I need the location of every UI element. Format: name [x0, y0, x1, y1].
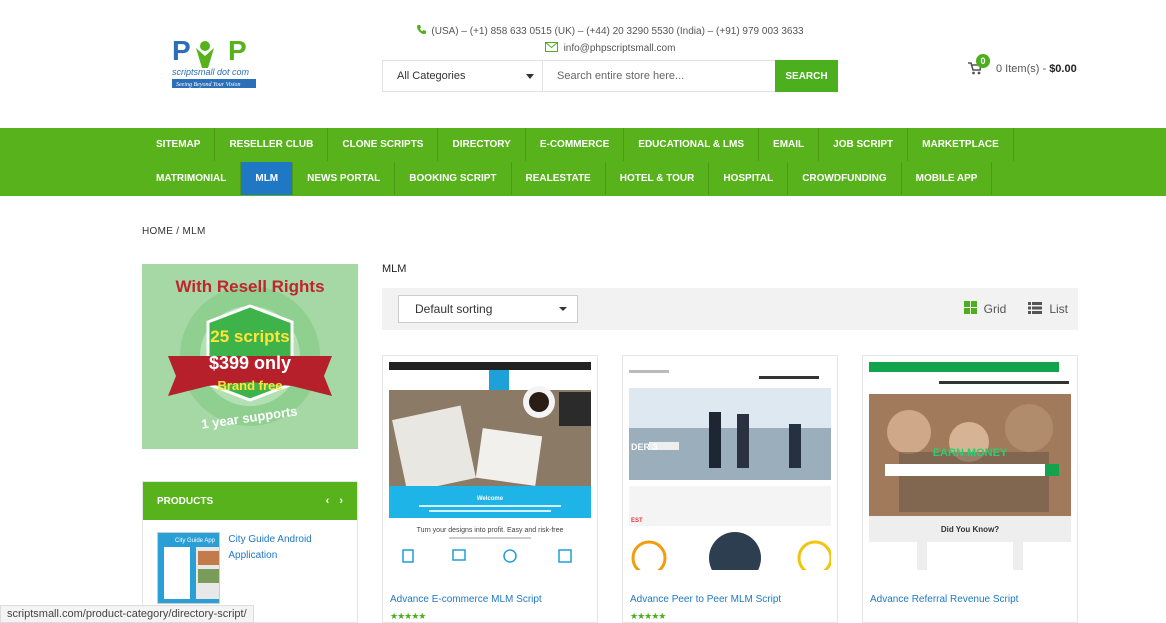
product-card[interactable]: Welcome Turn your designs into profit. E… [382, 355, 598, 623]
svg-text:Seeing Beyond Your Vision: Seeing Beyond Your Vision [176, 82, 241, 88]
nav-item-mobile-app[interactable]: MOBILE APP [902, 162, 993, 195]
star-rating: ★★★★★ [630, 611, 666, 621]
breadcrumb-current: MLM [182, 226, 206, 237]
search-button[interactable]: SEARCH [775, 60, 838, 92]
chevron-down-icon [559, 307, 567, 311]
phone-numbers: (USA) – (+1) 858 633 0515 (UK) – (+44) 2… [431, 25, 804, 37]
star-rating: ★★★★★ [390, 611, 426, 621]
breadcrumb-home[interactable]: HOME [142, 226, 173, 237]
grid-view-label: Grid [983, 302, 1007, 316]
cart-total: $0.00 [1049, 63, 1077, 75]
hero-caption: Turn your designs into profit. Easy and … [417, 527, 564, 534]
sidebar-product-item[interactable]: City Guide App City Guide Android Applic… [143, 520, 357, 616]
nav-item-clone-scripts[interactable]: CLONE SCRIPTS [328, 128, 439, 161]
envelope-icon [544, 42, 558, 55]
resell-rights-banner[interactable]: With Resell Rights 25 scripts $399 only … [142, 264, 358, 449]
breadcrumb-separator: / [176, 226, 180, 237]
nav-item-crowdfunding[interactable]: CROWDFUNDING [788, 162, 902, 195]
nav-item-hospital[interactable]: HOSPITAL [709, 162, 789, 195]
hero-welcome: Welcome [477, 496, 504, 502]
category-select[interactable]: All Categories [383, 61, 543, 91]
search-bar: All Categories SEARCH [382, 60, 838, 92]
nav-item-matrimonial[interactable]: MATRIMONIAL [142, 162, 242, 195]
shop-toolbar: Default sorting Grid List [382, 288, 1078, 330]
logo-text: scriptsmall dot com [172, 67, 250, 77]
sort-select[interactable]: Default sorting [398, 295, 578, 323]
nav-item-booking-script[interactable]: BOOKING SCRIPT [395, 162, 512, 195]
svg-text:P: P [172, 35, 191, 66]
cart-icon: 0 [968, 54, 990, 76]
grid-icon [963, 301, 977, 317]
nav-item-realestate[interactable]: REALESTATE [512, 162, 606, 195]
cart-items-text: 0 Item(s) - [996, 63, 1047, 75]
list-view-button[interactable]: List [1028, 301, 1068, 317]
svg-text:P: P [228, 35, 247, 66]
product-title[interactable]: Advance Peer to Peer MLM Script [630, 594, 781, 605]
nav-item-educational-lms[interactable]: EDUCATIONAL & LMS [624, 128, 760, 161]
hero-badge: DER 3 [631, 442, 658, 452]
email-address[interactable]: info@phpscriptsmall.com [564, 43, 676, 54]
product-image[interactable]: Welcome Turn your designs into profit. E… [389, 362, 591, 570]
banner-line-4: Brand free [217, 378, 282, 393]
nav-item-job-script[interactable]: JOB SCRIPT [819, 128, 909, 161]
nav-item-reseller-club[interactable]: RESELLER CLUB [215, 128, 329, 161]
product-image[interactable]: DER 3 EST [629, 362, 831, 570]
hero-earn-money: EARN MONEY [933, 447, 1008, 459]
product-card[interactable]: DER 3 EST Advance Peer to Peer MLM Scrip… [622, 355, 838, 623]
chevron-right-icon[interactable]: › [339, 495, 343, 507]
banner-line-1: With Resell Rights [175, 277, 324, 296]
banner-line-3: $399 only [209, 353, 291, 373]
site-header: P P scriptsmall dot com Seeing Beyond Yo… [0, 0, 1166, 128]
product-thumbnail[interactable]: City Guide App [157, 532, 221, 604]
list-view-label: List [1049, 302, 1068, 316]
nav-item-email[interactable]: EMAIL [759, 128, 820, 161]
banner-line-2: 25 scripts [210, 327, 289, 346]
main-navigation: SITEMAP RESELLER CLUB CLONE SCRIPTS DIRE… [0, 128, 1166, 196]
chevron-left-icon[interactable]: ‹ [326, 495, 330, 507]
nav-row-1: SITEMAP RESELLER CLUB CLONE SCRIPTS DIRE… [142, 128, 1014, 161]
nav-item-directory[interactable]: DIRECTORY [438, 128, 526, 161]
breadcrumb: HOME / MLM [142, 226, 206, 237]
nav-item-news-portal[interactable]: NEWS PORTAL [293, 162, 396, 195]
nav-item-mlm[interactable]: MLM [241, 162, 294, 195]
contact-info: (USA) – (+1) 858 633 0515 (UK) – (+44) 2… [382, 24, 838, 55]
nav-row-2: MATRIMONIAL MLM NEWS PORTAL BOOKING SCRI… [142, 162, 993, 195]
product-image[interactable]: EARN MONEY Did You Know? [869, 362, 1071, 570]
nav-item-e-commerce[interactable]: E-COMMERCE [526, 128, 625, 161]
category-select-value: All Categories [397, 70, 466, 82]
sort-select-value: Default sorting [415, 302, 493, 316]
category-title: MLM [382, 263, 407, 275]
mini-cart[interactable]: 0 0 Item(s) - $0.00 [968, 54, 1077, 76]
phone-icon [416, 24, 427, 38]
products-widget-header: PRODUCTS ‹ › [143, 482, 357, 520]
product-title[interactable]: Advance E-commerce MLM Script [390, 594, 542, 605]
thumb-label: City Guide App [175, 538, 216, 544]
list-icon [1028, 301, 1043, 317]
chevron-down-icon [526, 73, 534, 79]
site-logo[interactable]: P P scriptsmall dot com Seeing Beyond Yo… [170, 34, 260, 92]
hero-badge-2: EST [631, 518, 643, 524]
hero-question: Did You Know? [941, 525, 999, 534]
nav-item-marketplace[interactable]: MARKETPLACE [908, 128, 1014, 161]
products-widget-title: PRODUCTS [157, 495, 214, 507]
nav-item-hotel-tour[interactable]: HOTEL & TOUR [606, 162, 710, 195]
grid-view-button[interactable]: Grid [963, 301, 1007, 317]
view-switcher: Grid List [963, 301, 1068, 317]
sidebar-product-title[interactable]: City Guide Android Application [228, 532, 343, 604]
product-card[interactable]: EARN MONEY Did You Know? Advance Referra… [862, 355, 1078, 623]
search-input[interactable] [543, 61, 775, 91]
product-title[interactable]: Advance Referral Revenue Script [870, 594, 1018, 605]
sidebar-products-widget: PRODUCTS ‹ › City Guide App City Guide A… [142, 481, 358, 623]
nav-item-sitemap[interactable]: SITEMAP [142, 128, 216, 161]
cart-count-badge: 0 [976, 54, 990, 68]
status-bar-url: scriptsmall.com/product-category/directo… [0, 605, 254, 623]
